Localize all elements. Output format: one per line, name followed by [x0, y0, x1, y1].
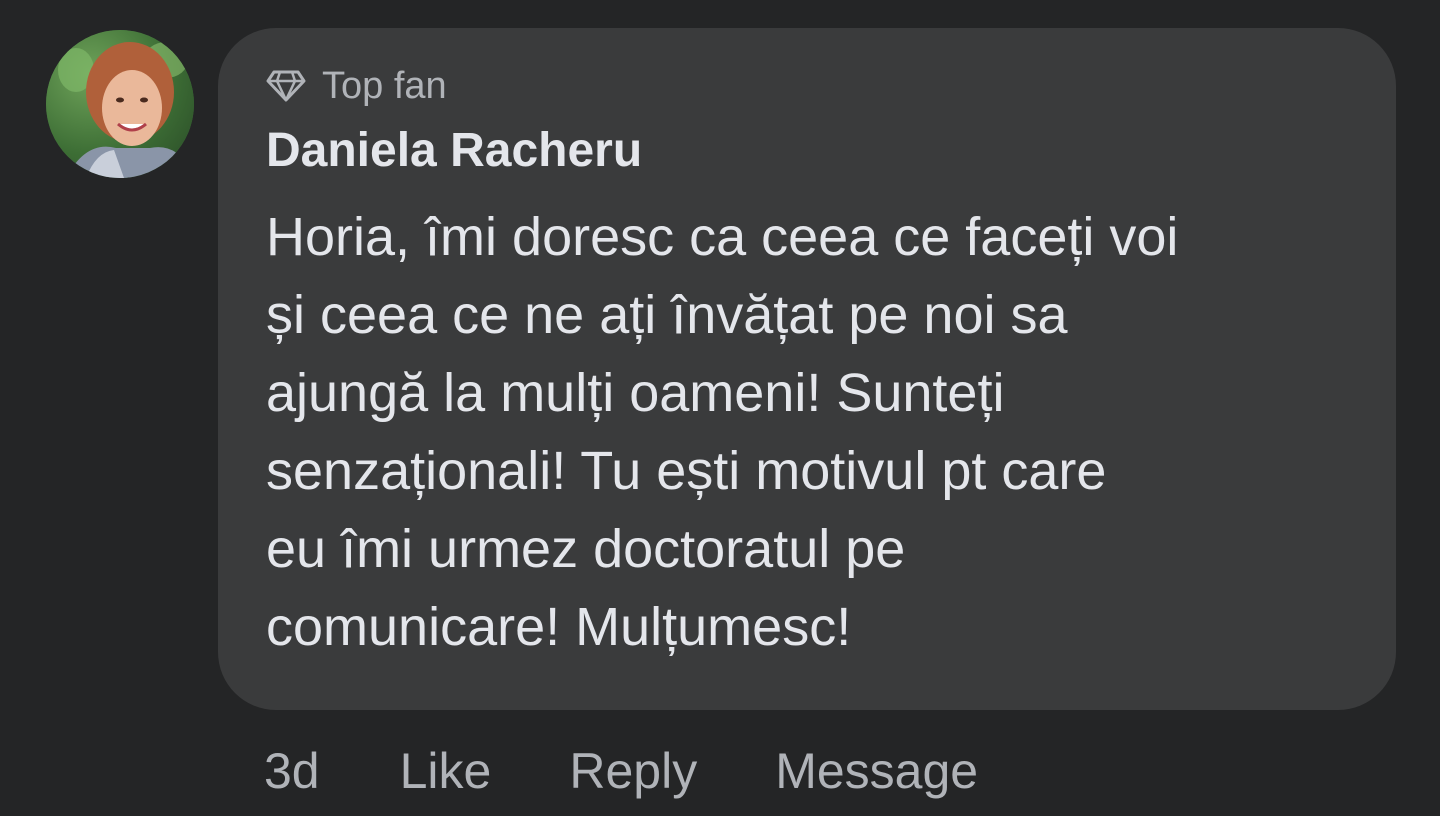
- message-button[interactable]: Message: [775, 742, 978, 800]
- diamond-icon: [266, 70, 306, 102]
- comment-bubble: Top fan Daniela Racheru Horia, îmi dores…: [218, 28, 1396, 710]
- comment-timestamp[interactable]: 3d: [264, 742, 320, 800]
- profile-photo: [46, 30, 194, 178]
- author-name[interactable]: Daniela Racheru: [266, 122, 1346, 180]
- top-fan-badge: Top fan: [266, 64, 1346, 108]
- comment-actions: 3d Like Reply Message: [264, 736, 1056, 806]
- comment: Top fan Daniela Racheru Horia, îmi dores…: [0, 0, 1440, 816]
- comment-text: Horia, îmi doresc ca ceea ce faceți voi …: [266, 207, 1179, 657]
- like-button[interactable]: Like: [400, 742, 492, 800]
- author-avatar[interactable]: [46, 30, 194, 178]
- badge-label: Top fan: [322, 64, 447, 107]
- reply-button[interactable]: Reply: [569, 742, 697, 800]
